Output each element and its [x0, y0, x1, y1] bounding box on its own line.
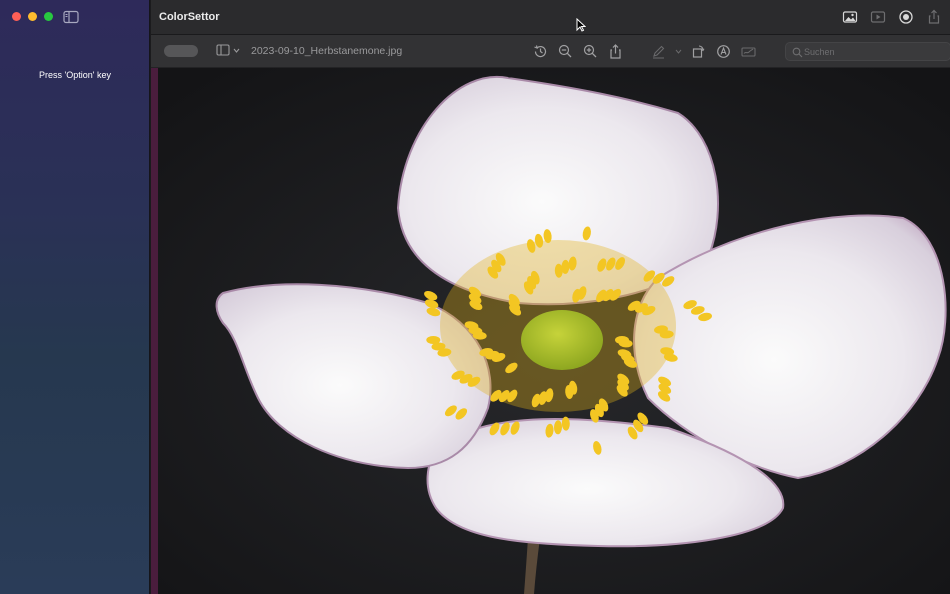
toolbar: 2023-09-10_Herbstanemone.jpg [151, 35, 950, 68]
rotate-icon[interactable] [690, 43, 707, 60]
record-icon[interactable] [898, 9, 914, 25]
chevron-down-icon [233, 48, 240, 53]
view-mode-toggle[interactable] [216, 44, 240, 56]
stamen [426, 336, 441, 344]
sidebar-view-icon [216, 44, 230, 56]
window-controls [12, 12, 53, 21]
search-input[interactable] [804, 44, 944, 59]
sidebar-hint: Press 'Option' key [39, 70, 111, 80]
image-viewer[interactable] [151, 68, 950, 594]
toolbar-pill-button[interactable] [164, 45, 198, 57]
zoom-out-icon[interactable] [557, 43, 574, 60]
maximize-window-button[interactable] [44, 12, 53, 21]
search-field[interactable] [785, 42, 950, 61]
sidebar-toggle-icon[interactable] [63, 10, 79, 24]
toolbar-tools [532, 43, 757, 60]
share-icon[interactable] [926, 9, 942, 25]
flower-photo [158, 68, 950, 594]
app-title: ColorSettor [159, 11, 220, 23]
sidebar: Press 'Option' key [0, 0, 150, 594]
photo-icon[interactable] [842, 9, 858, 25]
rotate-history-icon[interactable] [532, 43, 549, 60]
mouse-cursor-icon [576, 18, 586, 32]
accent-strip [151, 68, 158, 594]
flower-center [521, 310, 603, 370]
close-window-button[interactable] [12, 12, 21, 21]
sign-icon[interactable] [740, 43, 757, 60]
annotate-icon[interactable] [715, 43, 732, 60]
minimize-window-button[interactable] [28, 12, 37, 21]
slideshow-icon[interactable] [870, 9, 886, 25]
chevron-down-icon[interactable] [675, 43, 682, 60]
markup-pen-icon[interactable] [650, 43, 667, 60]
titlebar-actions [842, 9, 942, 25]
document-filename: 2023-09-10_Herbstanemone.jpg [251, 45, 403, 57]
zoom-in-icon[interactable] [582, 43, 599, 60]
share-icon[interactable] [607, 43, 624, 60]
titlebar: ColorSettor [151, 0, 950, 35]
search-icon [792, 47, 803, 58]
